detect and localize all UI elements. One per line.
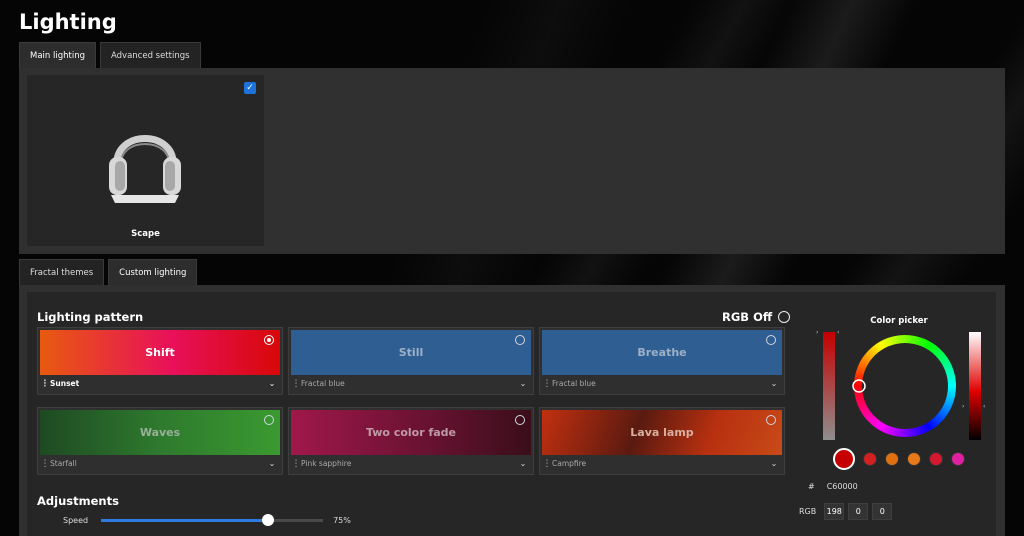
speed-slider-row: Speed 75% <box>63 514 351 526</box>
hex-label: # <box>808 482 815 491</box>
pattern-card-waves[interactable]: Waves ⋮ Starfall ⌄ <box>37 407 283 475</box>
chevron-down-icon[interactable]: ⌄ <box>515 459 531 468</box>
rgb-off-radio[interactable] <box>778 311 791 323</box>
pattern-radio[interactable] <box>766 335 776 345</box>
pattern-theme-label: Sunset <box>50 379 80 388</box>
pattern-theme-label: Pink sapphire <box>301 459 352 468</box>
pattern-theme-select[interactable]: ⋮ Sunset ⌄ <box>40 375 280 392</box>
pattern-name: Still <box>398 346 424 359</box>
saturation-bar[interactable] <box>823 332 835 440</box>
color-swatches <box>833 448 965 470</box>
drag-handle-icon[interactable]: ⋮ <box>542 459 552 469</box>
chevron-down-icon[interactable]: ⌄ <box>264 379 280 388</box>
pattern-theme-select[interactable]: ⋮ Fractal blue ⌄ <box>542 375 782 392</box>
pattern-radio[interactable] <box>515 335 525 345</box>
bar-marker-icon: ‹ <box>983 403 986 410</box>
rgb-r-field[interactable]: 198 <box>824 503 845 520</box>
lighting-content: Lighting pattern RGB Off Shift ⋮ Sunset … <box>27 292 996 536</box>
speed-slider-fill <box>101 519 268 522</box>
pattern-card-lava-lamp[interactable]: Lava lamp ⋮ Campfire ⌄ <box>539 407 785 475</box>
main-tabs: Main lighting Advanced settings <box>19 42 201 68</box>
speed-slider-thumb[interactable] <box>261 514 274 526</box>
lighting-panel: Lighting pattern RGB Off Shift ⋮ Sunset … <box>19 285 1005 536</box>
pattern-theme-label: Fractal blue <box>552 379 596 388</box>
rgb-off-label: RGB Off <box>722 310 773 324</box>
device-name: Scape <box>131 229 160 239</box>
hex-value[interactable]: C60000 <box>827 482 858 491</box>
pattern-name: Waves <box>139 426 181 439</box>
bar-marker-icon: ‹ <box>837 329 840 336</box>
pattern-preview[interactable]: Shift <box>40 330 280 375</box>
tab-custom-lighting[interactable]: Custom lighting <box>108 259 198 285</box>
pattern-card-two-color-fade[interactable]: Two color fade ⋮ Pink sapphire ⌄ <box>288 407 534 475</box>
chevron-down-icon[interactable]: ⌄ <box>766 459 782 468</box>
color-picker-title: Color picker <box>870 316 928 326</box>
chevron-down-icon[interactable]: ⌄ <box>766 379 782 388</box>
lighting-pattern-title: Lighting pattern <box>37 310 144 324</box>
bar-marker-icon: › <box>816 329 819 336</box>
pattern-radio[interactable] <box>264 335 274 345</box>
pattern-name: Lava lamp <box>630 426 694 439</box>
device-panel: ✓ Scape <box>19 68 1005 254</box>
bar-marker-icon: › <box>962 403 965 410</box>
rgb-b-field[interactable]: 0 <box>872 503 893 520</box>
rgb-row: RGB 198 0 0 <box>799 503 893 520</box>
pattern-theme-label: Fractal blue <box>301 379 345 388</box>
color-swatch[interactable] <box>951 452 965 466</box>
pattern-card-still[interactable]: Still ⋮ Fractal blue ⌄ <box>288 327 534 395</box>
headphones-icon <box>109 135 181 203</box>
rgb-label: RGB <box>799 507 817 516</box>
page-title: Lighting <box>19 10 117 34</box>
pattern-preview[interactable]: Still <box>291 330 531 375</box>
drag-handle-icon[interactable]: ⋮ <box>542 379 552 389</box>
tab-main-lighting[interactable]: Main lighting <box>19 42 96 68</box>
pattern-radio[interactable] <box>766 415 776 425</box>
drag-handle-icon[interactable]: ⋮ <box>291 379 301 389</box>
pattern-preview[interactable]: Breathe <box>542 330 782 375</box>
pattern-theme-label: Starfall <box>50 459 77 468</box>
pattern-preview[interactable]: Lava lamp <box>542 410 782 455</box>
brightness-bar[interactable] <box>969 332 981 440</box>
pattern-card-breathe[interactable]: Breathe ⋮ Fractal blue ⌄ <box>539 327 785 395</box>
pattern-theme-select[interactable]: ⋮ Starfall ⌄ <box>40 455 280 472</box>
pattern-radio[interactable] <box>515 415 525 425</box>
adjustments-title: Adjustments <box>37 494 119 508</box>
color-wheel[interactable] <box>851 332 959 440</box>
color-swatch[interactable] <box>885 452 899 466</box>
pattern-name: Shift <box>145 346 175 359</box>
pattern-preview[interactable]: Waves <box>40 410 280 455</box>
tab-fractal-themes[interactable]: Fractal themes <box>19 259 105 285</box>
lighting-mode-tabs: Fractal themes Custom lighting <box>19 259 198 285</box>
device-checkbox[interactable]: ✓ <box>244 82 256 94</box>
drag-handle-icon[interactable]: ⋮ <box>40 379 50 389</box>
drag-handle-icon[interactable]: ⋮ <box>291 459 301 469</box>
color-swatch[interactable] <box>907 452 921 466</box>
pattern-theme-select[interactable]: ⋮ Pink sapphire ⌄ <box>291 455 531 472</box>
color-swatch[interactable] <box>929 452 943 466</box>
pattern-card-shift[interactable]: Shift ⋮ Sunset ⌄ <box>37 327 283 395</box>
pattern-preview[interactable]: Two color fade <box>291 410 531 455</box>
pattern-radio[interactable] <box>264 415 274 425</box>
speed-slider[interactable] <box>101 514 324 526</box>
chevron-down-icon[interactable]: ⌄ <box>515 379 531 388</box>
drag-handle-icon[interactable]: ⋮ <box>40 459 50 469</box>
tab-advanced-settings[interactable]: Advanced settings <box>99 42 201 68</box>
chevron-down-icon[interactable]: ⌄ <box>264 459 280 468</box>
pattern-theme-label: Campfire <box>552 459 587 468</box>
device-card[interactable]: ✓ Scape <box>27 75 264 246</box>
color-picker: Color picker › ‹ › ‹ # C60000 RGB 198 0 … <box>799 292 996 536</box>
color-swatch[interactable] <box>833 448 855 470</box>
pattern-name: Breathe <box>637 346 687 359</box>
speed-value: 75% <box>333 516 351 525</box>
pattern-name: Two color fade <box>365 426 457 439</box>
rgb-off-toggle[interactable]: RGB Off <box>722 310 791 324</box>
hex-row: # C60000 <box>808 482 858 491</box>
pattern-theme-select[interactable]: ⋮ Campfire ⌄ <box>542 455 782 472</box>
pattern-theme-select[interactable]: ⋮ Fractal blue ⌄ <box>291 375 531 392</box>
color-swatch[interactable] <box>863 452 877 466</box>
rgb-g-field[interactable]: 0 <box>848 503 869 520</box>
speed-label: Speed <box>63 516 89 525</box>
